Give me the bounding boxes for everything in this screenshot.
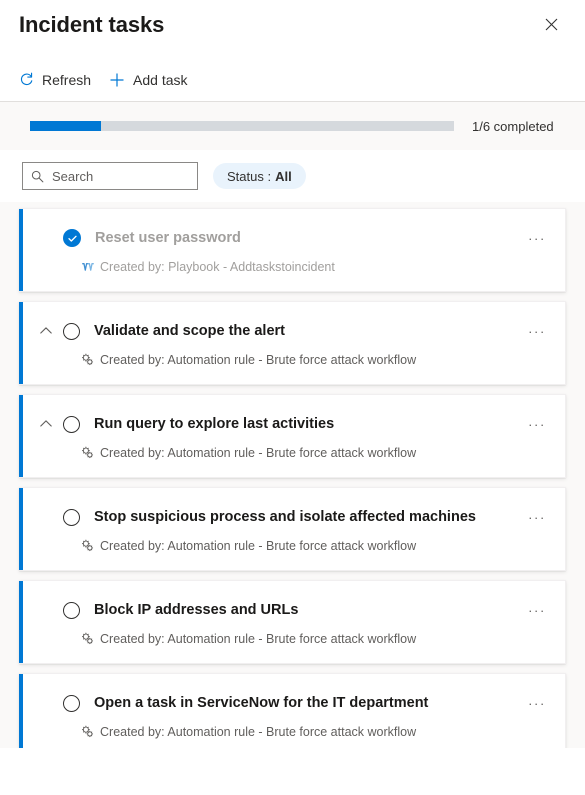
status-filter-label: Status : — [227, 168, 272, 184]
task-title: Open a task in ServiceNow for the IT dep… — [94, 695, 429, 711]
task-title: Validate and scope the alert — [94, 323, 285, 339]
expand-collapse-chevron[interactable] — [33, 324, 59, 338]
task-source-text: Created by: Automation rule - Brute forc… — [100, 725, 417, 739]
task-row: Reset user password ··· — [19, 226, 565, 250]
task-checkbox-checked[interactable] — [63, 229, 81, 247]
task-accent-bar — [19, 395, 23, 477]
task-source: Created by: Automation rule - Brute forc… — [19, 353, 565, 367]
task-row: Validate and scope the alert ··· — [19, 319, 565, 343]
task-source: Created by: Automation rule - Brute forc… — [19, 446, 565, 460]
task-card[interactable]: Block IP addresses and URLs ··· Created … — [19, 580, 566, 664]
task-card[interactable]: Open a task in ServiceNow for the IT dep… — [19, 673, 566, 748]
playbook-icon — [81, 260, 95, 274]
automation-rule-icon — [81, 353, 95, 367]
progress-strip: 1/6 completed — [0, 102, 585, 150]
task-row: Stop suspicious process and isolate affe… — [19, 505, 565, 529]
task-source-text: Created by: Automation rule - Brute forc… — [100, 539, 417, 553]
status-filter-value: All — [275, 168, 292, 184]
task-source: Created by: Automation rule - Brute forc… — [19, 539, 565, 553]
task-checkbox[interactable] — [63, 322, 80, 340]
task-title: Block IP addresses and URLs — [94, 602, 299, 618]
progress-bar — [30, 121, 454, 131]
task-title: Stop suspicious process and isolate affe… — [94, 509, 476, 525]
task-list: Reset user password ··· Created by: Play… — [0, 202, 585, 748]
task-row: Open a task in ServiceNow for the IT dep… — [19, 691, 565, 715]
task-more-options-button[interactable]: ··· — [523, 319, 551, 343]
task-more-options-button[interactable]: ··· — [523, 505, 551, 529]
task-source: Created by: Automation rule - Brute forc… — [19, 632, 565, 646]
task-title: Reset user password — [95, 230, 241, 246]
search-icon — [31, 170, 44, 183]
filter-row: Status : All — [0, 150, 585, 202]
task-card[interactable]: Reset user password ··· Created by: Play… — [19, 208, 566, 292]
task-card[interactable]: Stop suspicious process and isolate affe… — [19, 487, 566, 571]
automation-rule-icon — [81, 725, 95, 739]
task-accent-bar — [19, 581, 23, 663]
task-more-options-button[interactable]: ··· — [523, 412, 551, 436]
task-more-options-button[interactable]: ··· — [523, 691, 551, 715]
task-checkbox[interactable] — [63, 508, 80, 526]
command-bar: Refresh Add task — [0, 58, 585, 102]
task-accent-bar — [19, 674, 23, 748]
page-title: Incident tasks — [19, 12, 165, 37]
task-row: Block IP addresses and URLs ··· — [19, 598, 565, 622]
task-card[interactable]: Run query to explore last activities ···… — [19, 394, 566, 478]
progress-label: 1/6 completed — [472, 118, 554, 134]
task-source-text: Created by: Automation rule - Brute forc… — [100, 632, 417, 646]
task-accent-bar — [19, 488, 23, 570]
task-checkbox[interactable] — [63, 601, 80, 619]
automation-rule-icon — [81, 632, 95, 646]
close-button[interactable] — [535, 10, 567, 42]
task-accent-bar — [19, 209, 23, 291]
progress-bar-fill — [30, 121, 101, 131]
automation-rule-icon — [81, 446, 95, 460]
expand-collapse-chevron[interactable] — [33, 417, 59, 431]
task-title: Run query to explore last activities — [94, 416, 335, 432]
task-more-options-button[interactable]: ··· — [523, 598, 551, 622]
task-accent-bar — [19, 302, 23, 384]
refresh-button[interactable]: Refresh — [9, 63, 100, 97]
status-filter-pill[interactable]: Status : All — [213, 163, 306, 189]
search-box[interactable] — [22, 162, 198, 190]
task-card[interactable]: Validate and scope the alert ··· Created… — [19, 301, 566, 385]
task-source-text: Created by: Automation rule - Brute forc… — [100, 446, 417, 460]
task-source: Created by: Playbook - Addtaskstoinciden… — [19, 260, 565, 274]
task-checkbox[interactable] — [63, 694, 80, 712]
task-row: Run query to explore last activities ··· — [19, 412, 565, 436]
task-source-text: Created by: Automation rule - Brute forc… — [100, 353, 417, 367]
task-more-options-button[interactable]: ··· — [523, 226, 551, 250]
task-source-text: Created by: Playbook - Addtaskstoinciden… — [100, 260, 335, 274]
automation-rule-icon — [81, 539, 95, 553]
close-icon — [545, 18, 558, 34]
task-checkbox[interactable] — [63, 415, 80, 433]
task-source: Created by: Automation rule - Brute forc… — [19, 725, 565, 739]
plus-icon — [109, 72, 125, 88]
refresh-icon — [18, 72, 34, 88]
search-input[interactable] — [52, 168, 189, 184]
add-task-label: Add task — [133, 71, 188, 88]
add-task-button[interactable]: Add task — [100, 63, 196, 97]
panel-header: Incident tasks — [0, 0, 585, 58]
refresh-label: Refresh — [42, 71, 92, 88]
